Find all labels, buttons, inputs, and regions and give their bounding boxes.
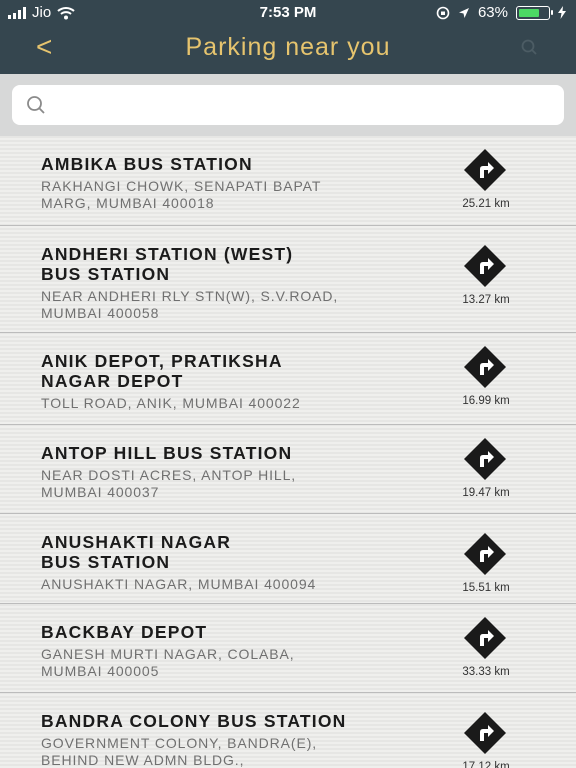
charging-icon: [558, 6, 566, 19]
station-name: BACKBAY DEPOT: [41, 622, 421, 642]
directions-icon[interactable]: [463, 345, 507, 389]
header-bar: Jio 7:53 PM 63% < Parking near you: [0, 0, 576, 74]
search-field[interactable]: [12, 85, 564, 125]
distance-label: 33.33 km: [462, 666, 510, 678]
battery-icon: [516, 5, 553, 20]
station-row[interactable]: BANDRA COLONY BUS STATION GOVERNMENT COLO…: [0, 693, 576, 768]
station-address-line: MUMBAI 400037: [41, 484, 160, 500]
station-row[interactable]: BACKBAY DEPOT GANESH MURTI NAGAR, COLABA,…: [0, 604, 576, 693]
station-name: ANUSHAKTI NAGAR BUS STATION: [41, 532, 421, 572]
station-address-line: MUMBAI 400005: [41, 663, 160, 679]
station-address-line: TOLL ROAD, ANIK, MUMBAI 400022: [41, 395, 301, 411]
station-row[interactable]: ANIK DEPOT, PRATIKSHA NAGAR DEPOT TOLL ROA…: [0, 333, 576, 425]
station-address-line: GANESH MURTI NAGAR, COLABA,: [41, 646, 295, 662]
distance-label: 19.47 km: [462, 487, 510, 499]
distance-label: 16.99 km: [462, 395, 510, 407]
station-name-line: ANTOP HILL BUS STATION: [41, 443, 293, 463]
search-icon[interactable]: [520, 38, 538, 56]
station-name: AMBIKA BUS STATION: [41, 154, 421, 174]
station-address-line: NEAR DOSTI ACRES, ANTOP HILL,: [41, 467, 297, 483]
station-name: ANIK DEPOT, PRATIKSHA NAGAR DEPOT: [41, 351, 421, 391]
station-row[interactable]: ANTOP HILL BUS STATION NEAR DOSTI ACRES, …: [0, 425, 576, 514]
directions-icon[interactable]: [463, 437, 507, 481]
directions-icon[interactable]: [463, 148, 507, 192]
nav-bar: < Parking near you: [0, 24, 576, 74]
battery-percent: 63%: [477, 4, 508, 21]
status-bar: Jio 7:53 PM 63%: [0, 0, 576, 24]
directions-icon[interactable]: [463, 244, 507, 288]
station-name-line: BACKBAY DEPOT: [41, 622, 208, 642]
location-icon: [458, 7, 469, 18]
station-name-line: BUS STATION: [41, 552, 171, 572]
station-address-line: MARG, MUMBAI 400018: [41, 195, 215, 211]
distance-label: 13.27 km: [462, 294, 510, 306]
station-name-line: ANIK DEPOT, PRATIKSHA: [41, 351, 283, 371]
station-address: TOLL ROAD, ANIK, MUMBAI 400022: [41, 395, 421, 412]
station-address: RAKHANGI CHOWK, SENAPATI BAPAT MARG, MUMB…: [41, 178, 421, 212]
station-address: ANUSHAKTI NAGAR, MUMBAI 400094: [41, 576, 421, 593]
directions-icon[interactable]: [463, 711, 507, 755]
search-bar: [0, 74, 576, 136]
station-name: ANDHERI STATION (WEST) BUS STATION: [41, 244, 421, 284]
distance-label: 25.21 km: [462, 198, 510, 210]
station-address: GANESH MURTI NAGAR, COLABA, MUMBAI 400005: [41, 646, 421, 680]
station-name-line: AMBIKA BUS STATION: [41, 154, 253, 174]
distance-label: 15.51 km: [462, 582, 510, 594]
rotation-lock-icon: [436, 6, 450, 19]
station-name: BANDRA COLONY BUS STATION: [41, 711, 421, 731]
station-address-line: ANUSHAKTI NAGAR, MUMBAI 400094: [41, 576, 317, 592]
station-address: NEAR ANDHERI RLY STN(W), S.V.ROAD, MUMBAI…: [41, 288, 421, 322]
station-address-line: BEHIND NEW ADMN BLDG.,: [41, 752, 245, 768]
station-address: NEAR DOSTI ACRES, ANTOP HILL, MUMBAI 4000…: [41, 467, 421, 501]
station-row[interactable]: ANUSHAKTI NAGAR BUS STATION ANUSHAKTI NAGA…: [0, 514, 576, 604]
station-row[interactable]: ANDHERI STATION (WEST) BUS STATION NEAR AN…: [0, 226, 576, 333]
station-list[interactable]: AMBIKA BUS STATION RAKHANGI CHOWK, SENAPA…: [0, 136, 576, 768]
station-row[interactable]: AMBIKA BUS STATION RAKHANGI CHOWK, SENAPA…: [0, 136, 576, 226]
directions-icon[interactable]: [463, 532, 507, 576]
station-name-line: BANDRA COLONY BUS STATION: [41, 711, 347, 731]
station-name-line: ANDHERI STATION (WEST): [41, 244, 294, 264]
station-address-line: GOVERNMENT COLONY, BANDRA(E),: [41, 735, 318, 751]
magnifier-icon: [27, 96, 45, 114]
search-input[interactable]: [56, 91, 550, 121]
station-address-line: RAKHANGI CHOWK, SENAPATI BAPAT: [41, 178, 322, 194]
station-name-line: ANUSHAKTI NAGAR: [41, 532, 232, 552]
station-address-line: NEAR ANDHERI RLY STN(W), S.V.ROAD,: [41, 288, 339, 304]
directions-icon[interactable]: [463, 616, 507, 660]
station-name: ANTOP HILL BUS STATION: [41, 443, 421, 463]
station-name-line: NAGAR DEPOT: [41, 371, 184, 391]
station-name-line: BUS STATION: [41, 264, 171, 284]
page-title: Parking near you: [185, 33, 391, 61]
station-address-line: MUMBAI 400058: [41, 305, 160, 321]
station-address: GOVERNMENT COLONY, BANDRA(E), BEHIND NEW …: [41, 735, 421, 768]
distance-label: 17.12 km: [462, 761, 510, 768]
